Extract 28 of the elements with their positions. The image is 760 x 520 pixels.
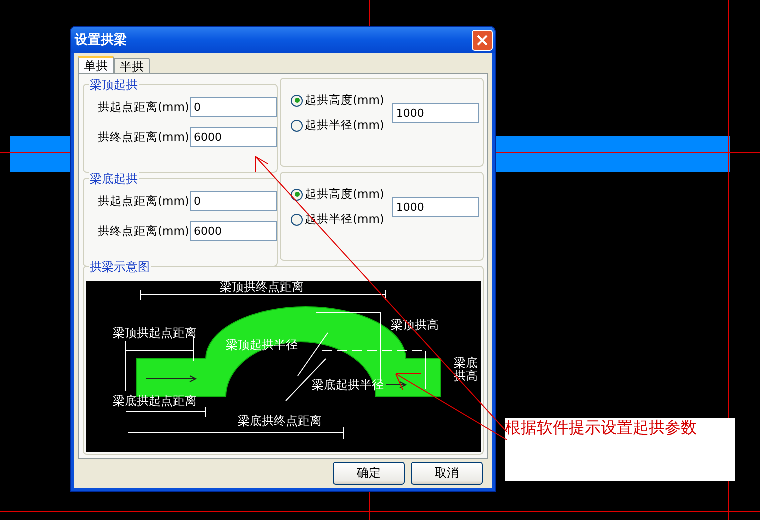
group-title: 梁底起拱 (89, 171, 139, 188)
input-field[interactable]: 0 (190, 97, 277, 117)
tab[interactable]: 半拱 (114, 58, 150, 73)
diagram-label: 梁顶拱终点距离 (220, 281, 304, 294)
dialog-button[interactable]: 确定 (333, 462, 405, 485)
diagram-label: 梁顶拱起点距离 (113, 327, 197, 340)
close-button[interactable] (472, 30, 493, 50)
input-field[interactable]: 1000 (392, 197, 480, 217)
field-label: 拱起点距离(mm) (98, 100, 186, 114)
field-label: 拱终点距离(mm) (98, 224, 186, 238)
group-title: 拱梁示意图 (89, 259, 151, 276)
window-title: 设置拱梁 (75, 32, 127, 49)
tab[interactable]: 单拱 (78, 56, 114, 73)
input-field[interactable]: 6000 (190, 127, 277, 147)
input-field[interactable]: 6000 (190, 221, 277, 241)
diagram-label: 梁底拱终点距离 (238, 415, 322, 428)
radio-option[interactable]: 起拱高度(mm) (291, 187, 384, 202)
field-label: 拱终点距离(mm) (98, 130, 186, 144)
field-label: 拱起点距离(mm) (98, 194, 186, 208)
radio-option[interactable]: 起拱半径(mm) (291, 118, 384, 133)
annotation-text: 根据软件提示设置起拱参数 (505, 418, 697, 437)
input-field[interactable]: 1000 (392, 103, 480, 123)
input-field[interactable]: 0 (190, 191, 277, 211)
dialog-button[interactable]: 取消 (411, 462, 483, 485)
close-icon (477, 34, 488, 46)
radio-option[interactable]: 起拱高度(mm) (291, 93, 384, 108)
diagram-label: 梁底拱起点距离 (113, 395, 197, 408)
group-title: 梁顶起拱 (89, 77, 139, 94)
